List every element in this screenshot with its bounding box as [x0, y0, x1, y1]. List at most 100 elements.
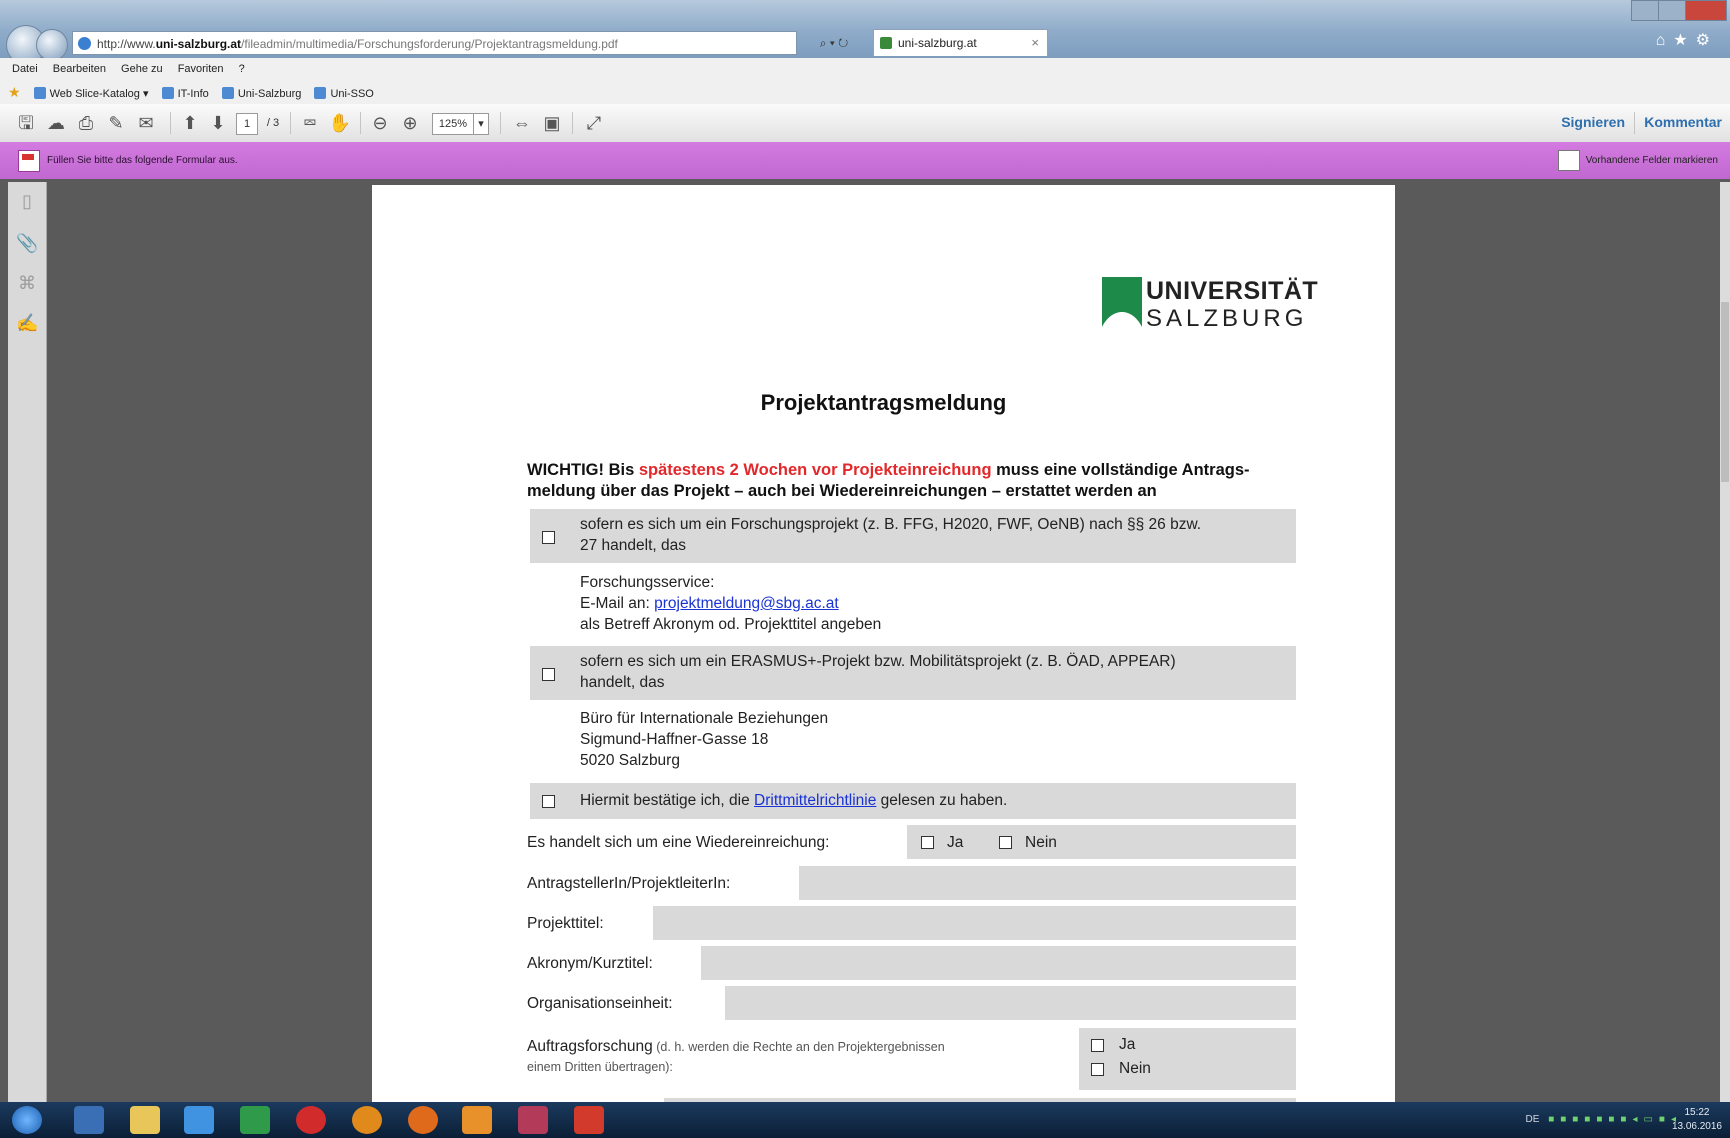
photoshop-icon[interactable]	[518, 1106, 548, 1134]
contract-research-options: Ja Nein	[1079, 1028, 1296, 1090]
confirmation-checkbox[interactable]	[542, 795, 555, 808]
fav-item-it-info[interactable]: IT-Info	[161, 87, 209, 100]
acronym-field[interactable]	[701, 946, 1296, 980]
project-title-field[interactable]	[653, 906, 1296, 940]
page-up-icon[interactable]: ⬆	[178, 111, 202, 135]
contract-research-label: Auftragsforschung (d. h. werden die Rech…	[527, 1037, 945, 1077]
resubmission-yes-checkbox[interactable]	[921, 836, 934, 849]
applicant-field[interactable]	[799, 866, 1296, 900]
logo-line1: UNIVERSITÄT	[1146, 277, 1319, 305]
select-tool-icon[interactable]: ⮹	[298, 111, 322, 135]
tab-active[interactable]: uni-salzburg.at ×	[873, 29, 1048, 56]
page-icon	[221, 87, 234, 99]
menu-item-gehe-zu[interactable]: Gehe zu	[121, 63, 163, 75]
mail-icon[interactable]: ✉	[134, 111, 158, 135]
org-unit-field[interactable]	[725, 986, 1296, 1020]
toolbar-separator	[290, 112, 291, 134]
fit-page-icon[interactable]: ▣	[540, 111, 564, 135]
toolbar-separator	[170, 112, 171, 134]
contact-line: als Betreff Akronym od. Projekttitel ang…	[580, 616, 882, 633]
hand-tool-icon[interactable]: ✋	[328, 111, 352, 135]
highlight-fields-button[interactable]: Vorhandene Felder markieren	[1557, 150, 1718, 171]
vertical-scrollbar[interactable]	[1720, 182, 1730, 1102]
resubmission-no-checkbox[interactable]	[999, 836, 1012, 849]
search-refresh-icon[interactable]: ⌕ ▾ ↻	[798, 31, 870, 55]
address-bar[interactable]: http://www.uni-salzburg.at/fileadmin/mul…	[72, 31, 797, 55]
system-tray: DE ■■■■■■■◂▭■◂	[1526, 1102, 1683, 1138]
email-link[interactable]: projektmeldung@sbg.ac.at	[654, 595, 839, 612]
chrome-icon[interactable]	[352, 1106, 382, 1134]
logo-line2: SALZBURG	[1146, 305, 1308, 332]
toolbar-separator	[572, 112, 573, 134]
clock[interactable]: 15:22 13.06.2016	[1672, 1106, 1722, 1134]
close-icon[interactable]: ×	[1031, 30, 1039, 56]
intro-paragraph: WICHTIG! Bis spätestens 2 Wochen vor Pro…	[527, 460, 1297, 502]
page-total: / 3	[266, 117, 280, 129]
pages-icon[interactable]: ▯	[16, 190, 38, 212]
guideline-link[interactable]: Drittmittelrichtlinie	[754, 792, 876, 809]
language-indicator[interactable]: DE	[1526, 1114, 1540, 1125]
acronym-label: Akronym/Kurztitel:	[527, 955, 653, 972]
fav-item-web-slice[interactable]: Web Slice-Katalog ▾	[33, 87, 149, 100]
edit-icon[interactable]: ✎	[104, 111, 128, 135]
fav-item-uni-sso[interactable]: Uni-SSO	[314, 87, 374, 100]
menu-bar: Datei Bearbeiten Gehe zu Favoriten ?	[0, 58, 1730, 80]
menu-item-datei[interactable]: Datei	[12, 63, 38, 75]
acrobat-icon[interactable]	[574, 1106, 604, 1134]
scrollbar-thumb[interactable]	[1721, 302, 1729, 482]
fit-width-icon[interactable]: ⇔	[510, 111, 534, 135]
favorites-bar: ★ Web Slice-Katalog ▾ IT-Info Uni-Salzbu…	[0, 80, 1730, 105]
reader-toolbar: 🖫 ☁ ⎙ ✎ ✉ ⬆ ⬇ 1 / 3 ⮹ ✋ ⊖ ⊕ 125% ▾ ⇔ ▣ ⤢…	[0, 104, 1730, 143]
menu-item-bearbeiten[interactable]: Bearbeiten	[53, 63, 106, 75]
firefox-icon[interactable]	[408, 1106, 438, 1134]
start-button-icon[interactable]	[12, 1106, 42, 1134]
fav-item-uni-salzburg[interactable]: Uni-Salzburg	[221, 87, 302, 100]
sign-button[interactable]: Signieren	[1561, 114, 1625, 130]
toolbar-separator	[1634, 112, 1635, 134]
opera-icon[interactable]	[296, 1106, 326, 1134]
zoom-in-icon[interactable]: ⊕	[398, 111, 422, 135]
comment-button[interactable]: Kommentar	[1644, 114, 1722, 130]
window-close-button[interactable]	[1685, 0, 1727, 21]
save-icon[interactable]: 🖫	[14, 111, 38, 135]
maximize-button[interactable]	[1658, 0, 1686, 21]
print-icon[interactable]: ⎙	[74, 111, 98, 135]
erasmus-project-checkbox[interactable]	[542, 668, 555, 681]
forward-button[interactable]	[36, 29, 68, 61]
explorer-icon[interactable]	[130, 1106, 160, 1134]
fav-label: Uni-Salzburg	[237, 88, 302, 100]
cloud-icon[interactable]: ☁	[44, 111, 68, 135]
contract-yes-checkbox[interactable]	[1091, 1039, 1104, 1052]
menu-item-help[interactable]: ?	[239, 63, 245, 75]
page-down-icon[interactable]: ⬇	[206, 111, 230, 135]
no-label: Nein	[1025, 834, 1057, 851]
option-text: sofern es sich um ein ERASMUS+-Projekt b…	[580, 651, 1176, 693]
contract-no-checkbox[interactable]	[1091, 1063, 1104, 1076]
layers-icon[interactable]: ⌘	[16, 272, 38, 294]
university-logo: UNIVERSITÄT SALZBURG	[1102, 277, 1318, 337]
fullscreen-icon[interactable]: ⤢	[582, 111, 606, 135]
favorites-star-icon[interactable]: ★	[8, 84, 21, 100]
zoom-out-icon[interactable]: ⊖	[368, 111, 392, 135]
chevron-down-icon[interactable]: ▾	[473, 113, 489, 135]
fav-label: IT-Info	[177, 88, 209, 100]
page-icon	[161, 87, 174, 99]
contact-international-office: Büro für Internationale Beziehungen Sigm…	[580, 708, 828, 771]
favicon-icon	[880, 37, 892, 49]
excel-icon[interactable]	[240, 1106, 270, 1134]
zoom-select[interactable]: 125%	[432, 113, 474, 135]
internet-explorer-icon[interactable]	[184, 1106, 214, 1134]
home-star-gear-icons[interactable]: ⌂★⚙	[1656, 30, 1718, 50]
document-title: Projektantragsmeldung	[760, 390, 1007, 415]
attachment-icon[interactable]: 📎	[16, 232, 38, 254]
research-project-checkbox[interactable]	[542, 531, 555, 544]
media-player-icon[interactable]	[74, 1106, 104, 1134]
menu-item-favoriten[interactable]: Favoriten	[178, 63, 224, 75]
signature-icon[interactable]: ✍	[16, 312, 38, 334]
outlook-icon[interactable]	[462, 1106, 492, 1134]
minimize-button[interactable]	[1631, 0, 1659, 21]
tray-icons[interactable]: ■■■■■■■◂▭■◂	[1548, 1114, 1682, 1125]
toolbar-separator	[500, 112, 501, 134]
page-number-input[interactable]: 1	[236, 113, 258, 135]
tab-title: uni-salzburg.at	[898, 36, 977, 50]
